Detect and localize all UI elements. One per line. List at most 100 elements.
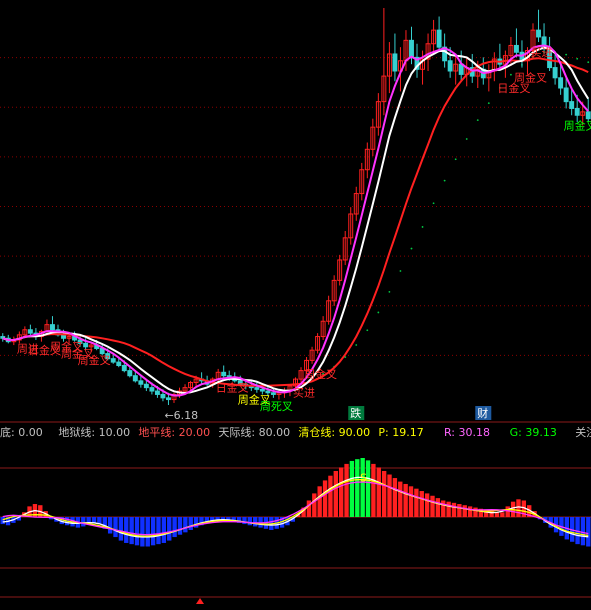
trend-label: 周进 xyxy=(17,342,39,355)
indicator-bar xyxy=(167,517,172,541)
candle-body xyxy=(110,358,116,363)
indicator-bar xyxy=(441,500,446,517)
signal-tag: 跌 xyxy=(350,406,361,420)
candle-body xyxy=(127,370,133,377)
indicator-bar xyxy=(145,517,150,547)
indicator-bar xyxy=(408,486,414,517)
trend-dot xyxy=(565,53,568,56)
indicator-bar xyxy=(177,517,183,535)
candle-body xyxy=(138,380,144,385)
indicator-bar xyxy=(586,517,591,547)
header-item: R: 30.18 xyxy=(444,426,490,439)
trend-label: 周金叉 xyxy=(514,71,547,85)
indicator-bar xyxy=(242,517,247,525)
trend-dot xyxy=(377,311,380,314)
indicator-bar xyxy=(317,486,322,517)
indicator-bar xyxy=(253,517,258,527)
indicator-bar xyxy=(462,505,467,517)
trend-dot xyxy=(576,57,579,60)
indicator-bar xyxy=(430,495,435,517)
candle-body xyxy=(221,371,227,377)
trend-dot xyxy=(366,329,369,332)
signal-tag: 财 xyxy=(477,406,488,420)
trend-dot xyxy=(476,119,479,122)
trend-dot xyxy=(421,226,424,228)
indicator-bar xyxy=(107,517,113,534)
s-marker: S xyxy=(360,472,367,485)
candle-body xyxy=(558,77,564,89)
indicator-bar xyxy=(0,517,5,525)
trend-label: 日金叉 xyxy=(216,380,249,394)
indicator-bar xyxy=(161,517,167,543)
indicator-bar xyxy=(338,467,344,517)
candle-body xyxy=(254,387,260,390)
indicator-bar xyxy=(306,500,312,517)
header-item: 天际线: 80.00 xyxy=(218,425,290,439)
indicator-bar xyxy=(381,470,387,517)
candle-body xyxy=(436,29,442,48)
candle-body xyxy=(50,324,55,331)
candle-body xyxy=(536,29,541,38)
candle-body xyxy=(563,87,569,103)
indicator-bar xyxy=(349,460,355,517)
indicator-bar xyxy=(376,467,381,517)
indicator-bar xyxy=(451,502,457,517)
candle-body xyxy=(83,342,89,348)
indicator-bar xyxy=(435,498,441,517)
header-item: 底: 0.00 xyxy=(0,425,43,439)
indicator-bar xyxy=(414,488,419,517)
indicator-bar xyxy=(473,507,478,517)
indicator-bar xyxy=(183,517,188,533)
trend-dot xyxy=(410,247,413,250)
candle-body xyxy=(513,44,519,53)
indicator-bar xyxy=(247,517,253,526)
trend-label: 周金叉 xyxy=(78,353,111,367)
indicator-bar xyxy=(371,463,376,517)
indicator-bar xyxy=(91,517,97,523)
indicator-bar xyxy=(140,517,145,547)
candle-body xyxy=(116,361,122,367)
indicator-bar xyxy=(516,499,521,517)
indicator-bar xyxy=(312,493,317,517)
trend-label: 周死叉 xyxy=(260,400,293,413)
header-item: 清仓线: 90.00 xyxy=(298,425,370,439)
candle-body xyxy=(447,60,453,72)
indicator-bar xyxy=(118,517,124,541)
trend-dot xyxy=(510,73,512,76)
candle-body xyxy=(160,393,166,399)
indicator-bar xyxy=(446,501,451,517)
indicator-bar xyxy=(419,491,424,517)
indicator-bar xyxy=(156,517,161,545)
indicator-bar xyxy=(150,517,156,546)
indicator-bar xyxy=(129,517,134,545)
indicator-bar xyxy=(505,506,510,517)
trend-label: 买进 xyxy=(293,387,315,400)
indicator-bar xyxy=(457,504,462,517)
header-item: 关注: 0.00 xyxy=(575,425,591,439)
candle-body xyxy=(552,67,558,79)
low-price-label: ←6.18 xyxy=(164,409,198,422)
indicator-bar xyxy=(134,517,140,546)
indicator-bar xyxy=(355,459,360,517)
candle-body xyxy=(27,329,33,334)
trend-dot xyxy=(454,158,457,161)
indicator-bar xyxy=(124,517,129,543)
trend-label: 周金叉 xyxy=(564,118,591,132)
indicator-bar xyxy=(360,458,365,517)
candle-body xyxy=(392,53,398,72)
header-item: P: 19.17 xyxy=(378,426,423,439)
trend-dot xyxy=(443,179,446,182)
candle-body xyxy=(166,397,171,401)
indicator-bar xyxy=(398,481,403,517)
trend-dot xyxy=(388,290,391,293)
candle-body xyxy=(585,111,591,120)
header-item: 地狱线: 10.00 xyxy=(58,425,130,439)
candle-body xyxy=(270,392,276,395)
indicator-bar xyxy=(387,474,392,517)
trend-dot xyxy=(465,138,468,140)
candle-body xyxy=(154,390,160,395)
candle-body xyxy=(574,107,580,116)
candle-body xyxy=(259,388,265,392)
indicator-bar xyxy=(424,493,430,517)
header-item: G: 39.13 xyxy=(510,426,557,439)
